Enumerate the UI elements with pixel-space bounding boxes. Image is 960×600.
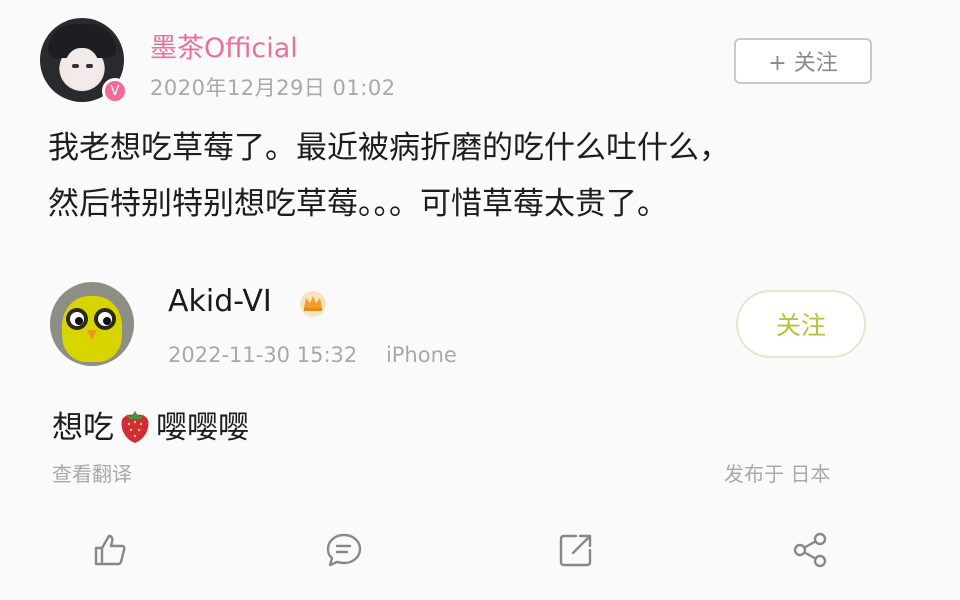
follow-button[interactable]: + 关注 bbox=[734, 38, 872, 84]
share-icon[interactable] bbox=[556, 530, 596, 570]
post-content: 我老想吃草莓了。最近被病折磨的吃什么吐什么， 然后特别特别想吃草莓。。。可惜草莓… bbox=[48, 120, 928, 232]
username[interactable]: 墨茶Official bbox=[150, 26, 298, 65]
post-content-line: 然后特别特别想吃草莓。。。可惜草莓太贵了。 bbox=[48, 186, 668, 222]
post-content-text: 想吃 bbox=[52, 410, 114, 446]
username[interactable]: Akid-VI bbox=[168, 284, 272, 319]
post-timestamp: 2022-11-30 15:32 bbox=[168, 343, 358, 367]
location-label: 发布于 日本 bbox=[724, 462, 831, 486]
crown-icon bbox=[298, 288, 328, 318]
post-content-line: 我老想吃草莓了。最近被病折磨的吃什么吐什么， bbox=[48, 130, 730, 166]
post-meta: 2022-11-30 15:32 iPhone bbox=[168, 343, 479, 367]
device-label: iPhone bbox=[385, 343, 457, 367]
post-content-text: 嘤嘤嘤 bbox=[156, 410, 249, 446]
like-icon[interactable] bbox=[90, 530, 130, 570]
post-content: 想吃 嘤嘤嘤 bbox=[52, 402, 249, 447]
comment-icon[interactable] bbox=[324, 530, 364, 570]
avatar[interactable] bbox=[50, 282, 134, 366]
follow-button[interactable]: 关注 bbox=[736, 290, 866, 358]
verified-badge: V bbox=[102, 78, 128, 104]
translate-link[interactable]: 查看翻译 bbox=[52, 458, 132, 487]
forward-icon[interactable] bbox=[790, 530, 830, 570]
strawberry-emoji bbox=[118, 405, 152, 445]
post-timestamp: 2020年12月29日 01:02 bbox=[150, 76, 396, 100]
